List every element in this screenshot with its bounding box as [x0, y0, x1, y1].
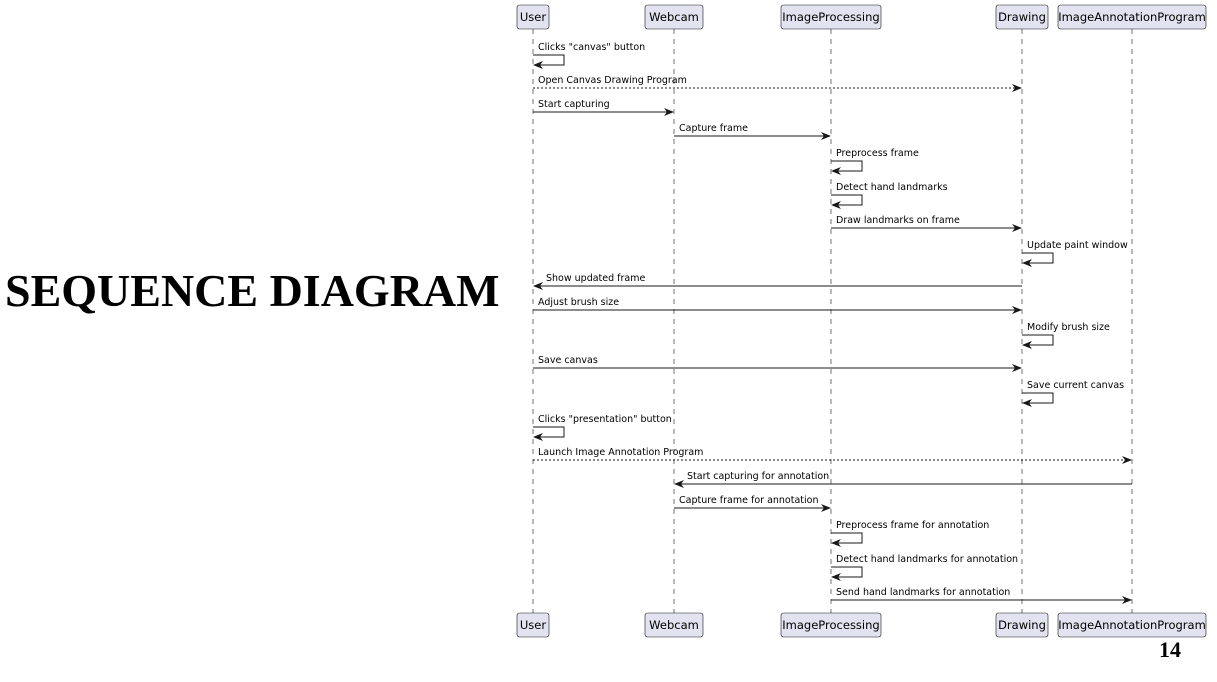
message-label: Detect hand landmarks for annotation [836, 554, 1018, 565]
participant-label: Webcam [649, 618, 699, 632]
message-label: Preprocess frame for annotation [836, 520, 989, 531]
message-20: Send hand landmarks for annotation [831, 587, 1132, 604]
message-2: Open Canvas Drawing Program [533, 75, 1022, 92]
message-label: Clicks "canvas" button [538, 42, 645, 53]
message-label: Open Canvas Drawing Program [538, 75, 687, 86]
message-15: Launch Image Annotation Program [533, 447, 1132, 464]
message-5: Preprocess frame [831, 148, 919, 175]
sequence-diagram: User User Webcam Webcam ImageProcessing Image… [516, 4, 1207, 638]
self-arrow [533, 426, 565, 441]
message-label: Capture frame for annotation [679, 495, 819, 506]
message-6: Detect hand landmarks [831, 182, 948, 209]
message-16: Start capturing for annotation [674, 471, 1132, 488]
participant-label: ImageAnnotationProgram [1058, 10, 1206, 24]
message-label: Preprocess frame [836, 148, 919, 159]
message-8: Update paint window [1022, 240, 1128, 267]
message-label: Detect hand landmarks [836, 182, 948, 193]
participant-label: User [520, 10, 546, 24]
participant-bottom-annotation: ImageAnnotationProgram [1057, 612, 1207, 638]
participant-top-user: User [516, 4, 550, 30]
message-label: Send hand landmarks for annotation [836, 587, 1010, 598]
self-arrow [831, 194, 863, 209]
page-number: 14 [1159, 637, 1181, 662]
participant-bottom-webcam: Webcam [644, 612, 704, 638]
message-label: Launch Image Annotation Program [538, 447, 703, 458]
message-3: Start capturing [533, 99, 674, 116]
message-11: Modify brush size [1022, 322, 1110, 349]
message-18: Preprocess frame for annotation [831, 520, 989, 547]
message-12: Save canvas [533, 355, 1022, 372]
self-arrow [1022, 392, 1054, 407]
participant-label: Webcam [649, 10, 699, 24]
participant-label: ImageProcessing [782, 618, 879, 632]
self-arrow [831, 160, 863, 175]
message-label: Show updated frame [546, 273, 646, 284]
self-arrow [1022, 252, 1054, 267]
message-14: Clicks "presentation" button [533, 414, 672, 441]
message-label: Start capturing [538, 99, 610, 110]
message-label: Adjust brush size [538, 297, 619, 308]
message-4: Capture frame [674, 123, 831, 140]
message-19: Detect hand landmarks for annotation [831, 554, 1018, 581]
self-arrow [1022, 334, 1054, 349]
participant-bottom-user: User [516, 612, 550, 638]
participant-top-annotation: ImageAnnotationProgram [1057, 4, 1207, 30]
message-label: Update paint window [1027, 240, 1128, 251]
participant-label: Drawing [998, 618, 1046, 632]
participant-label: Drawing [998, 10, 1046, 24]
message-label: Save current canvas [1027, 380, 1124, 391]
message-label: Draw landmarks on frame [836, 215, 960, 226]
message-9: Show updated frame [533, 273, 1022, 290]
message-17: Capture frame for annotation [674, 495, 831, 512]
participant-label: ImageProcessing [782, 10, 879, 24]
participant-top-webcam: Webcam [644, 4, 704, 30]
message-10: Adjust brush size [533, 297, 1022, 314]
message-13: Save current canvas [1022, 380, 1124, 407]
message-label: Save canvas [538, 355, 598, 366]
participant-bottom-drawing: Drawing [995, 612, 1049, 638]
self-arrow [831, 566, 863, 581]
participant-top-drawing: Drawing [995, 4, 1049, 30]
message-label: Capture frame [679, 123, 748, 134]
message-label: Modify brush size [1027, 322, 1110, 333]
message-7: Draw landmarks on frame [831, 215, 1022, 232]
self-arrow [831, 532, 863, 547]
message-label: Start capturing for annotation [687, 471, 829, 482]
message-1: Clicks "canvas" button [533, 42, 645, 69]
slide: SEQUENCE DIAGRAM User User Webcam Webcam Ima… [0, 0, 1217, 682]
participant-label: ImageAnnotationProgram [1058, 618, 1206, 632]
participant-bottom-imageprocessing: ImageProcessing [780, 612, 882, 638]
participant-top-imageprocessing: ImageProcessing [780, 4, 882, 30]
participant-label: User [520, 618, 546, 632]
message-label: Clicks "presentation" button [538, 414, 672, 425]
self-arrow [533, 54, 565, 69]
